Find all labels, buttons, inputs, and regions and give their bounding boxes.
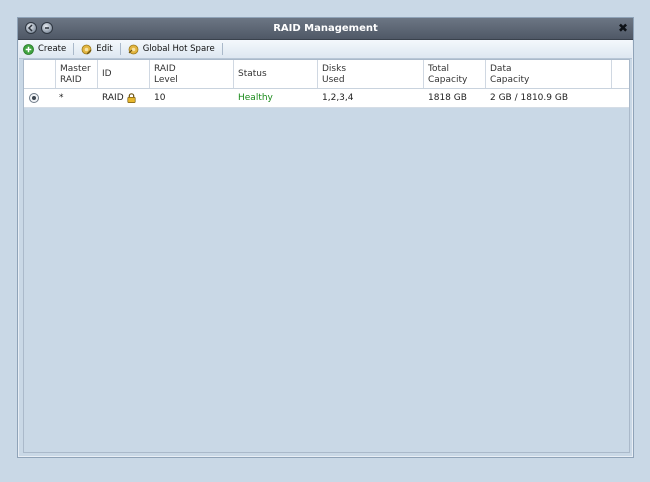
global-hot-spare-button[interactable]: Global Hot Spare (124, 41, 219, 57)
raid-id: RAID (102, 93, 124, 103)
toolbar-divider (73, 43, 75, 55)
global-hot-spare-label: Global Hot Spare (142, 44, 215, 54)
titlebar: RAID Management ✖ (18, 18, 633, 40)
id-cell: RAID (98, 89, 150, 107)
column-status[interactable]: Status (234, 60, 318, 88)
status-cell: Healthy (238, 93, 273, 103)
column-label: Level (154, 75, 178, 85)
raid-level-cell: 10 (154, 93, 166, 103)
column-label: Total (428, 64, 450, 74)
create-label: Create (38, 44, 67, 54)
column-label: Status (238, 69, 267, 79)
column-label: Master (60, 64, 91, 74)
toolbar-divider (221, 43, 223, 55)
column-label: Data (490, 64, 512, 74)
total-capacity-cell: 1818 GB (428, 93, 467, 103)
row-select-radio[interactable] (29, 93, 39, 103)
toolbar: Create Edit Global Hot Spare (19, 40, 632, 59)
edit-icon (81, 44, 92, 54)
close-icon[interactable]: ✖ (618, 18, 628, 39)
column-master-raid[interactable]: Master RAID (56, 60, 98, 88)
column-select[interactable] (24, 60, 56, 88)
edit-label: Edit (96, 44, 113, 54)
hot-spare-icon (128, 44, 139, 54)
table-row[interactable]: * RAID 10 Healthy 1,2,3,4 1818 GB 2 GB /… (24, 89, 629, 108)
disks-used-cell: 1,2,3,4 (322, 93, 354, 103)
column-label: ID (102, 69, 112, 79)
column-label: Capacity (490, 75, 530, 85)
column-label: RAID (60, 75, 82, 85)
raid-table: Master RAID ID RAID Level Status Disks U… (23, 59, 630, 453)
add-icon (23, 43, 34, 55)
data-capacity-cell: 2 GB / 1810.9 GB (490, 93, 568, 103)
raid-management-window: RAID Management ✖ Create Edit Global Hot… (17, 17, 634, 458)
master-raid-cell: * (59, 93, 64, 103)
column-id[interactable]: ID (98, 60, 150, 88)
column-data-capacity[interactable]: Data Capacity (486, 60, 612, 88)
column-total-capacity[interactable]: Total Capacity (424, 60, 486, 88)
column-label: Capacity (428, 75, 468, 85)
column-raid-level[interactable]: RAID Level (150, 60, 234, 88)
toolbar-divider (119, 43, 121, 55)
column-label: RAID (154, 64, 176, 74)
column-label: Used (322, 75, 345, 85)
window-title: RAID Management (273, 23, 378, 34)
create-button[interactable]: Create (19, 41, 70, 57)
lock-icon (127, 92, 136, 103)
column-disks-used[interactable]: Disks Used (318, 60, 424, 88)
edit-button[interactable]: Edit (77, 41, 116, 57)
table-header: Master RAID ID RAID Level Status Disks U… (24, 60, 629, 89)
column-label: Disks (322, 64, 347, 74)
